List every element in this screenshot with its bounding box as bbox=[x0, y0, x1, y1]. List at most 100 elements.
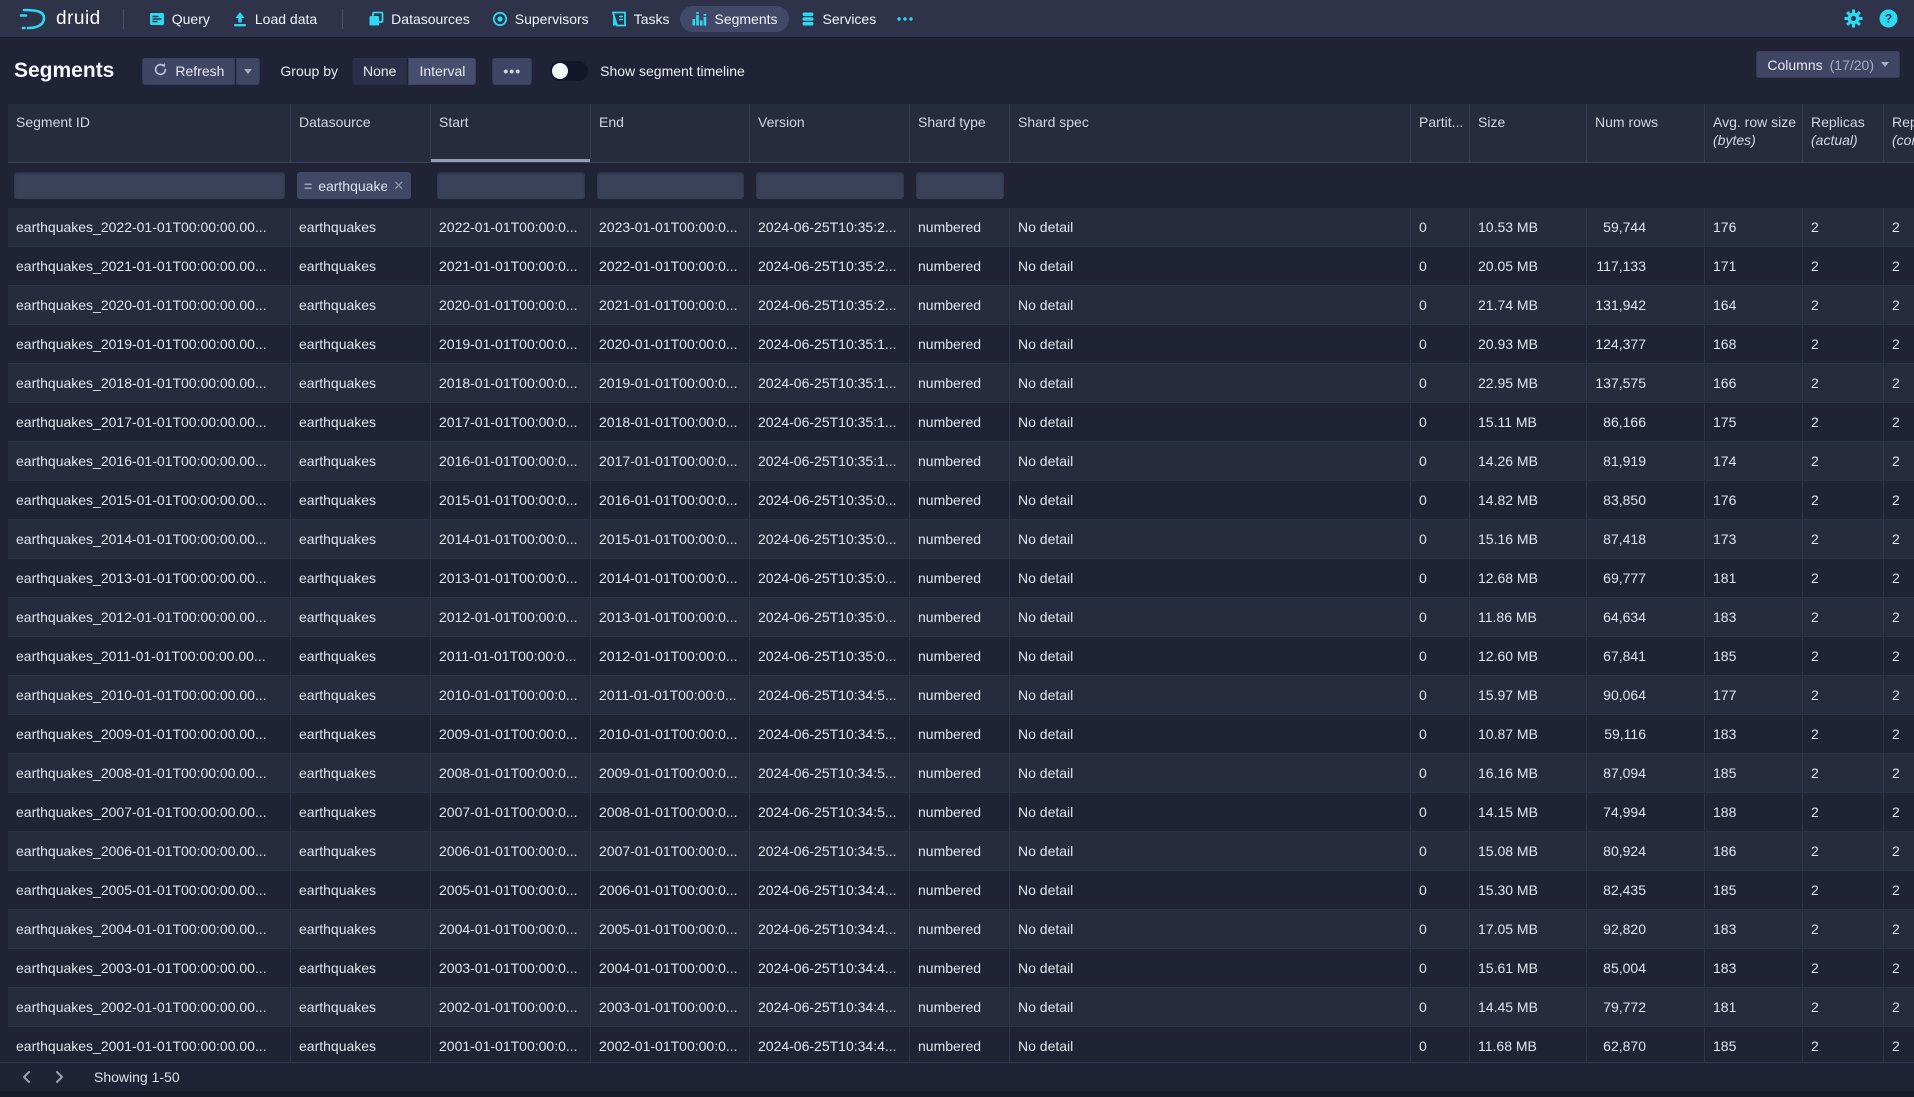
table-row[interactable]: earthquakes_2004-01-01T00:00:00.00...ear… bbox=[8, 910, 1914, 949]
cell-shard_spec: No detail bbox=[1010, 208, 1411, 246]
cell-version: 2024-06-25T10:35:2... bbox=[750, 247, 910, 285]
column-header-replication_factor[interactable]: Replication factor(configured) bbox=[1884, 104, 1914, 162]
cell-avg_row_size: 185 bbox=[1705, 754, 1803, 792]
column-header-num_rows[interactable]: Num rows bbox=[1587, 104, 1705, 162]
nav-item-query[interactable]: Query bbox=[138, 6, 221, 32]
columns-button[interactable]: Columns (17/20) bbox=[1756, 51, 1900, 78]
column-label: Shard spec bbox=[1018, 114, 1402, 130]
column-header-partition[interactable]: Partit... bbox=[1411, 104, 1470, 162]
cell-datasource: earthquakes bbox=[291, 637, 431, 675]
table-row[interactable]: earthquakes_2019-01-01T00:00:00.00...ear… bbox=[8, 325, 1914, 364]
nav-more-button[interactable] bbox=[887, 6, 923, 32]
table-row[interactable]: earthquakes_2020-01-01T00:00:00.00...ear… bbox=[8, 286, 1914, 325]
druid-logo[interactable]: druid bbox=[10, 6, 109, 32]
cell-num_rows: 74,994 bbox=[1587, 793, 1705, 831]
cell-segment_id: earthquakes_2006-01-01T00:00:00.00... bbox=[8, 832, 291, 870]
column-header-avg_row_size[interactable]: Avg. row size(bytes) bbox=[1705, 104, 1803, 162]
tasks-icon bbox=[611, 11, 627, 27]
nav-item-segments[interactable]: Segments bbox=[680, 6, 788, 32]
table-row[interactable]: earthquakes_2016-01-01T00:00:00.00...ear… bbox=[8, 442, 1914, 481]
cell-shard_spec: No detail bbox=[1010, 1027, 1411, 1065]
cell-avg_row_size: 164 bbox=[1705, 286, 1803, 324]
horizontal-scrollbar[interactable] bbox=[0, 1091, 1914, 1097]
filter-input-segment_id[interactable] bbox=[14, 172, 285, 199]
cell-start: 2001-01-01T00:00:0... bbox=[431, 1027, 591, 1065]
cell-partition: 0 bbox=[1411, 637, 1470, 675]
nav-item-label: Tasks bbox=[634, 11, 670, 27]
table-row[interactable]: earthquakes_2011-01-01T00:00:00.00...ear… bbox=[8, 637, 1914, 676]
column-header-shard_type[interactable]: Shard type bbox=[910, 104, 1010, 162]
table-row[interactable]: earthquakes_2009-01-01T00:00:00.00...ear… bbox=[8, 715, 1914, 754]
nav-item-datasources[interactable]: Datasources bbox=[357, 6, 481, 32]
cell-num_rows: 90,064 bbox=[1587, 676, 1705, 714]
filter-tag-datasource[interactable]: =earthquake✕ bbox=[297, 172, 411, 199]
cell-start: 2005-01-01T00:00:0... bbox=[431, 871, 591, 909]
cell-start: 2019-01-01T00:00:0... bbox=[431, 325, 591, 363]
table-row[interactable]: earthquakes_2003-01-01T00:00:00.00...ear… bbox=[8, 949, 1914, 988]
cell-datasource: earthquakes bbox=[291, 949, 431, 987]
cell-replicas: 2 bbox=[1803, 637, 1884, 675]
settings-gear-icon[interactable] bbox=[1844, 9, 1863, 28]
column-header-version[interactable]: Version bbox=[750, 104, 910, 162]
nav-item-label: Services bbox=[823, 11, 877, 27]
cell-size: 12.68 MB bbox=[1470, 559, 1587, 597]
segment-timeline-toggle[interactable] bbox=[550, 61, 588, 81]
nav-item-supervisors[interactable]: Supervisors bbox=[481, 6, 600, 32]
table-row[interactable]: earthquakes_2021-01-01T00:00:00.00...ear… bbox=[8, 247, 1914, 286]
table-row[interactable]: earthquakes_2006-01-01T00:00:00.00...ear… bbox=[8, 832, 1914, 871]
filter-input-version[interactable] bbox=[756, 172, 904, 199]
cell-segment_id: earthquakes_2022-01-01T00:00:00.00... bbox=[8, 208, 291, 246]
cell-version: 2024-06-25T10:34:4... bbox=[750, 871, 910, 909]
filter-input-start[interactable] bbox=[437, 172, 585, 199]
column-header-datasource[interactable]: Datasource bbox=[291, 104, 431, 162]
group-by-interval-button[interactable]: Interval bbox=[408, 58, 476, 85]
table-row[interactable]: earthquakes_2002-01-01T00:00:00.00...ear… bbox=[8, 988, 1914, 1027]
help-icon[interactable]: ? bbox=[1879, 9, 1898, 28]
refresh-button[interactable]: Refresh bbox=[142, 58, 235, 85]
cell-size: 15.97 MB bbox=[1470, 676, 1587, 714]
filter-input-end[interactable] bbox=[597, 172, 744, 199]
cell-partition: 0 bbox=[1411, 481, 1470, 519]
cell-shard_spec: No detail bbox=[1010, 247, 1411, 285]
refresh-dropdown-button[interactable] bbox=[236, 58, 260, 85]
cell-start: 2003-01-01T00:00:0... bbox=[431, 949, 591, 987]
cell-segment_id: earthquakes_2002-01-01T00:00:00.00... bbox=[8, 988, 291, 1026]
table-row[interactable]: earthquakes_2017-01-01T00:00:00.00...ear… bbox=[8, 403, 1914, 442]
cell-replication_factor: 2 bbox=[1884, 520, 1914, 558]
table-row[interactable]: earthquakes_2018-01-01T00:00:00.00...ear… bbox=[8, 364, 1914, 403]
table-row[interactable]: earthquakes_2008-01-01T00:00:00.00...ear… bbox=[8, 754, 1914, 793]
column-header-size[interactable]: Size bbox=[1470, 104, 1587, 162]
close-icon[interactable]: ✕ bbox=[393, 178, 404, 194]
cell-avg_row_size: 173 bbox=[1705, 520, 1803, 558]
cell-start: 2018-01-01T00:00:0... bbox=[431, 364, 591, 402]
nav-item-services[interactable]: Services bbox=[789, 6, 888, 32]
table-filter-row: =earthquake✕ bbox=[8, 163, 1914, 208]
table-row[interactable]: earthquakes_2005-01-01T00:00:00.00...ear… bbox=[8, 871, 1914, 910]
cell-size: 12.60 MB bbox=[1470, 637, 1587, 675]
table-row[interactable]: earthquakes_2022-01-01T00:00:00.00...ear… bbox=[8, 208, 1914, 247]
next-page-button[interactable] bbox=[46, 1065, 72, 1089]
cell-start: 2016-01-01T00:00:0... bbox=[431, 442, 591, 480]
table-row[interactable]: earthquakes_2010-01-01T00:00:00.00...ear… bbox=[8, 676, 1914, 715]
cell-replicas: 2 bbox=[1803, 598, 1884, 636]
column-header-end[interactable]: End bbox=[591, 104, 750, 162]
column-header-replicas[interactable]: Replicas(actual) bbox=[1803, 104, 1884, 162]
toolbar-more-button[interactable]: ••• bbox=[492, 58, 532, 85]
group-by-none-button[interactable]: None bbox=[352, 58, 407, 85]
cell-shard_type: numbered bbox=[910, 676, 1010, 714]
table-row[interactable]: earthquakes_2015-01-01T00:00:00.00...ear… bbox=[8, 481, 1914, 520]
column-header-start[interactable]: Start bbox=[431, 104, 591, 162]
nav-item-tasks[interactable]: Tasks bbox=[600, 6, 681, 32]
nav-item-load-data[interactable]: Load data bbox=[221, 6, 328, 32]
table-row[interactable]: earthquakes_2007-01-01T00:00:00.00...ear… bbox=[8, 793, 1914, 832]
table-row[interactable]: earthquakes_2014-01-01T00:00:00.00...ear… bbox=[8, 520, 1914, 559]
previous-page-button[interactable] bbox=[14, 1065, 40, 1089]
cell-avg_row_size: 183 bbox=[1705, 949, 1803, 987]
table-row[interactable]: earthquakes_2012-01-01T00:00:00.00...ear… bbox=[8, 598, 1914, 637]
table-row[interactable]: earthquakes_2001-01-01T00:00:00.00...ear… bbox=[8, 1027, 1914, 1066]
filter-input-shard_type[interactable] bbox=[916, 172, 1004, 199]
column-header-shard_spec[interactable]: Shard spec bbox=[1010, 104, 1411, 162]
table-row[interactable]: earthquakes_2013-01-01T00:00:00.00...ear… bbox=[8, 559, 1914, 598]
column-header-segment_id[interactable]: Segment ID bbox=[8, 104, 291, 162]
cell-version: 2024-06-25T10:35:0... bbox=[750, 598, 910, 636]
